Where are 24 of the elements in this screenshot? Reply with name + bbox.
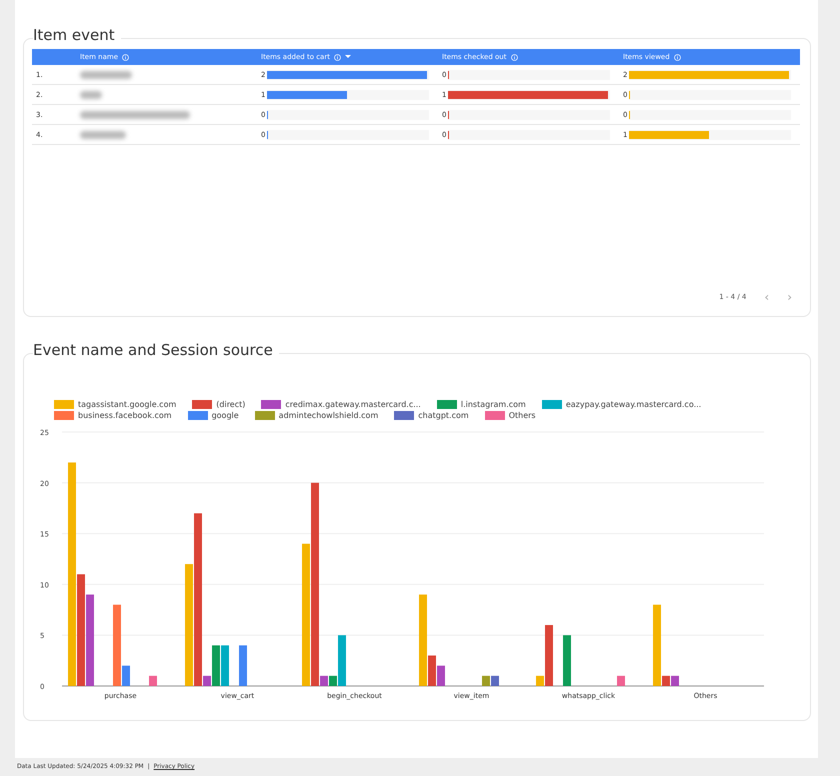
blurred-item-name (80, 70, 132, 78)
legend-label: Others (508, 411, 536, 420)
legend-label: chatgpt.com (418, 411, 469, 420)
bar (239, 645, 247, 686)
legend-label: credimax.gateway.mastercard.c... (285, 400, 421, 409)
bar (563, 635, 571, 686)
sort-caret-icon (344, 55, 351, 59)
info-icon (510, 54, 518, 60)
legend-label: tagassistant.google.com (78, 400, 176, 409)
info-icon (122, 54, 130, 60)
legend-label: (direct) (216, 400, 246, 409)
info-icon (674, 54, 681, 60)
bar (617, 676, 625, 686)
bar (149, 676, 157, 686)
next-page-button[interactable]: › (787, 290, 792, 304)
previous-page-button[interactable]: ‹ (764, 290, 770, 304)
legend-label: business.facebook.com (78, 411, 172, 420)
legend-label: admintechowlshield.com (278, 411, 378, 420)
legend-label: google (212, 411, 239, 420)
legend-label: l.instagram.com (460, 400, 526, 409)
info-icon (334, 54, 341, 60)
blurred-item-name (80, 130, 126, 138)
legend-label: eazypay.gateway.mastercard.co... (566, 400, 702, 409)
blurred-item-name (80, 90, 102, 98)
